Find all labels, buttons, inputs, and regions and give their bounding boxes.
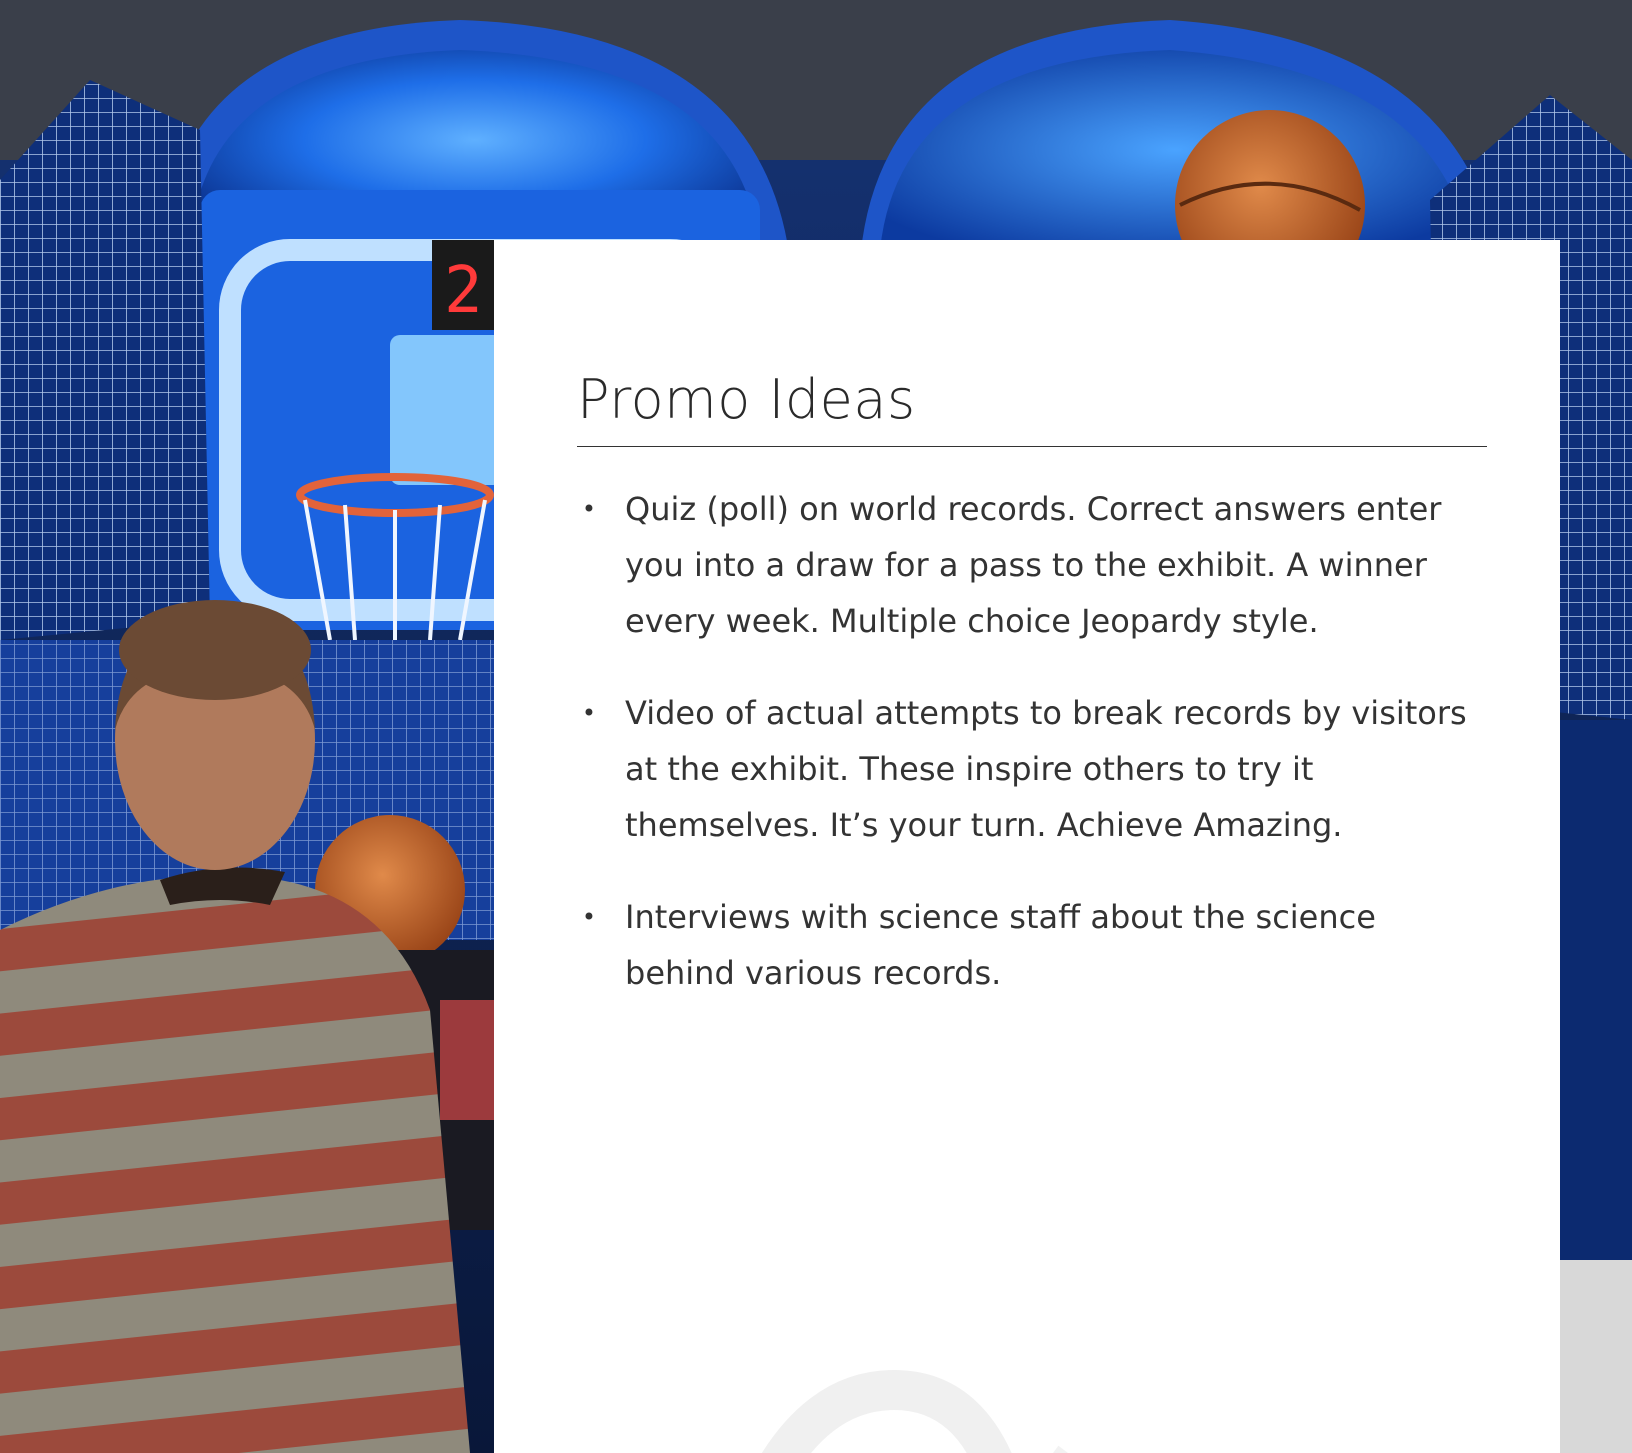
scoreboard-digit: 2: [444, 254, 483, 328]
content-area: Promo Ideas • Quiz (poll) on world recor…: [577, 368, 1487, 1037]
bullet-marker: •: [581, 699, 597, 727]
bullet-text: Quiz (poll) on world records. Correct an…: [625, 490, 1442, 640]
slide: 2 Promo Ideas • Quiz (poll) on world rec…: [0, 0, 1632, 1453]
bullet-marker: •: [581, 903, 597, 931]
bullet-item: • Interviews with science staff about th…: [577, 889, 1487, 1001]
content-panel: Promo Ideas • Quiz (poll) on world recor…: [494, 240, 1560, 1453]
bullet-text: Video of actual attempts to break record…: [625, 694, 1467, 844]
bullet-list: • Quiz (poll) on world records. Correct …: [577, 481, 1487, 1001]
watermark-shape: [762, 1370, 1068, 1453]
bullet-text: Interviews with science staff about the …: [625, 898, 1376, 992]
bullet-item: • Quiz (poll) on world records. Correct …: [577, 481, 1487, 649]
bullet-marker: •: [581, 495, 597, 523]
bullet-item: • Video of actual attempts to break reco…: [577, 685, 1487, 853]
page-title: Promo Ideas: [577, 368, 1487, 447]
